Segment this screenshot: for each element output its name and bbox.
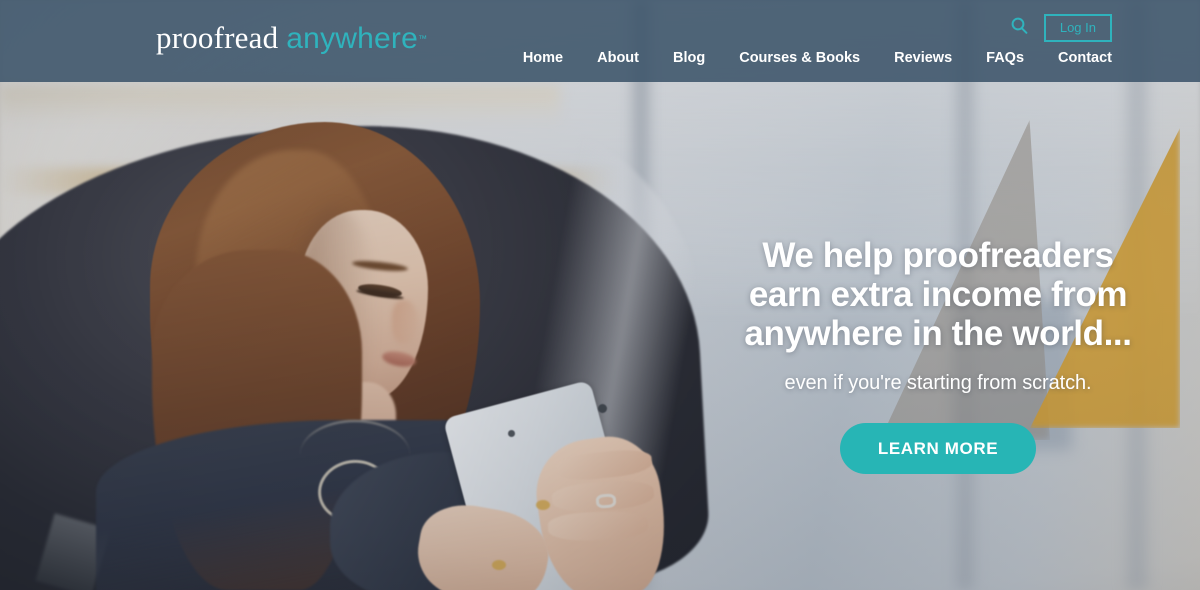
- tablet-camera-lens: [508, 430, 515, 437]
- nav-item-home[interactable]: Home: [523, 50, 563, 66]
- hero-headline: We help proofreaders earn extra income f…: [744, 236, 1132, 354]
- main-navigation: Home About Blog Courses & Books Reviews …: [523, 50, 1112, 66]
- page-root: proofread anywhere™ Log In Home About Blo…: [0, 0, 1200, 590]
- nav-item-courses-and-books[interactable]: Courses & Books: [739, 50, 860, 66]
- nav-item-reviews[interactable]: Reviews: [894, 50, 952, 66]
- logo-trademark: ™: [417, 33, 427, 44]
- hero-headline-line-3: anywhere in the world...: [744, 314, 1132, 354]
- hero-subheadline: even if you're starting from scratch.: [784, 371, 1092, 394]
- fingernail: [492, 560, 506, 570]
- site-header: proofread anywhere™ Log In Home About Blo…: [0, 0, 1200, 82]
- nav-item-blog[interactable]: Blog: [673, 50, 705, 66]
- login-button[interactable]: Log In: [1043, 14, 1112, 42]
- logo-word-proofread: proofread: [156, 20, 279, 55]
- fingernail: [536, 500, 550, 510]
- person-nose: [392, 300, 418, 344]
- tablet-camera-lens: [598, 404, 607, 413]
- hero-content: We help proofreaders earn extra income f…: [744, 236, 1132, 474]
- nav-item-contact[interactable]: Contact: [1058, 50, 1112, 66]
- hero-headline-line-2: earn extra income from: [748, 275, 1128, 315]
- nav-item-about[interactable]: About: [597, 50, 639, 66]
- hero-cta-wrapper: LEARN MORE: [744, 422, 1132, 474]
- header-utility-bar: Log In: [1011, 14, 1112, 42]
- learn-more-button[interactable]: LEARN MORE: [839, 422, 1037, 474]
- nav-item-faqs[interactable]: FAQs: [986, 50, 1024, 66]
- hero-headline-line-1: We help proofreaders: [762, 236, 1114, 275]
- search-icon[interactable]: [1011, 17, 1028, 39]
- site-logo[interactable]: proofread anywhere™: [156, 20, 427, 56]
- logo-word-anywhere: anywhere: [286, 22, 418, 55]
